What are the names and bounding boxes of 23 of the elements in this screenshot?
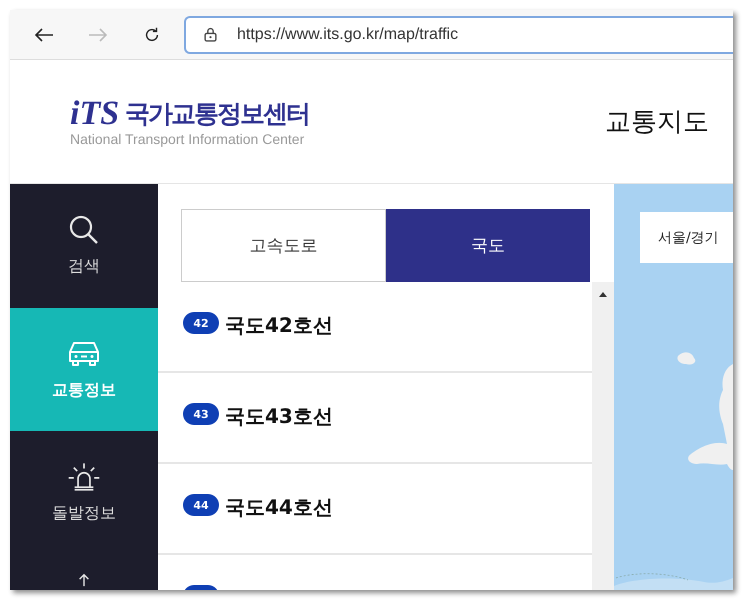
logo-mark: iTS (70, 96, 120, 130)
region-button[interactable]: 서울/경기 (640, 212, 733, 263)
page-title: 교통지도 (605, 106, 709, 139)
address-bar[interactable]: https://www.its.go.kr/map/traffic (184, 16, 733, 54)
org-name: 국가교통정보센터 (125, 98, 310, 130)
route-number-badge: 42 (183, 312, 219, 334)
road-type-tab[interactable]: 고속도로 (181, 209, 386, 282)
sidebar-item[interactable]: 검색 (10, 184, 158, 308)
url-text: https://www.its.go.kr/map/traffic (237, 26, 458, 44)
up-arrow-icon (77, 572, 91, 586)
route-name: 국도42호선 (225, 312, 333, 339)
route-number-badge: 44 (183, 494, 219, 516)
back-icon[interactable] (34, 26, 54, 44)
siren-icon (67, 461, 101, 494)
road-type-tab[interactable]: 국도 (386, 209, 590, 282)
route-name: 국도43호선 (225, 403, 333, 430)
sidebar-item[interactable]: 돌발정보 (10, 431, 158, 554)
scroll-up-icon[interactable] (599, 292, 607, 297)
lock-icon (204, 27, 217, 42)
route-name: 국도44호선 (225, 494, 333, 521)
scrollbar[interactable] (592, 282, 614, 590)
route-number-badge: 43 (183, 403, 219, 425)
org-name-english: National Transport Information Center (70, 130, 306, 146)
